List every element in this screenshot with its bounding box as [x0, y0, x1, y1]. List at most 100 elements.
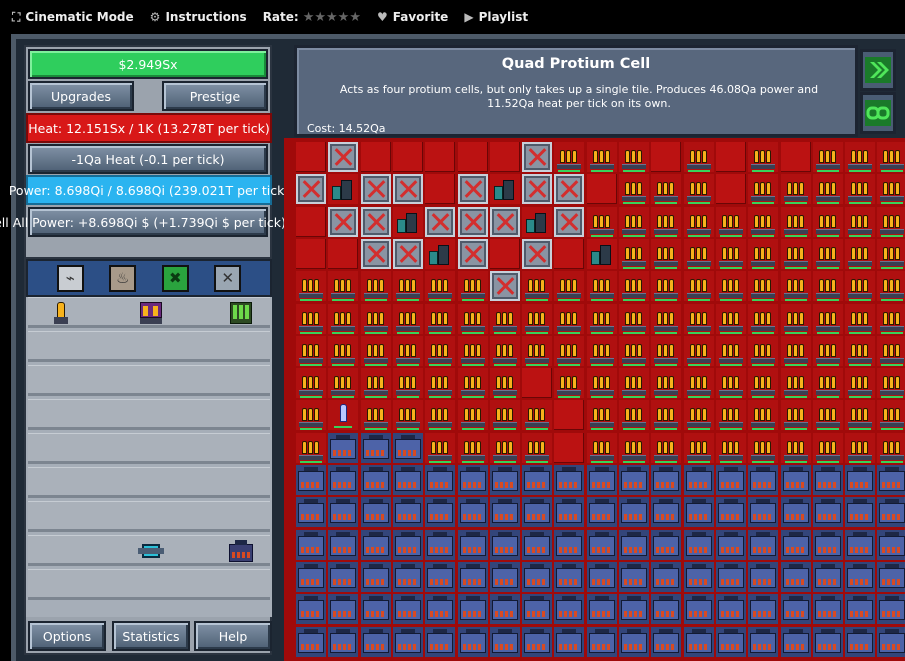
quad-protium-cell-tile[interactable]: [845, 238, 876, 269]
capacitor-tile[interactable]: [296, 529, 326, 560]
quad-protium-cell-tile[interactable]: [748, 303, 779, 334]
empty-tile[interactable]: [780, 142, 811, 172]
capacitor-tile[interactable]: [360, 594, 391, 625]
capacitor-tile[interactable]: [780, 594, 811, 625]
quad-protium-cell-tile[interactable]: [392, 368, 423, 399]
capacitor-tile[interactable]: [586, 594, 617, 625]
vent-tile[interactable]: [425, 206, 456, 237]
vent-tile[interactable]: [392, 174, 423, 205]
quad-protium-cell-tile[interactable]: [715, 271, 746, 302]
capacitor-tile[interactable]: [554, 465, 585, 495]
quad-protium-cell-tile[interactable]: [845, 303, 876, 334]
quad-protium-cell-tile[interactable]: [489, 335, 520, 366]
quad-protium-cell-tile[interactable]: [812, 368, 843, 399]
capacitor-tile[interactable]: [845, 594, 876, 625]
quad-protium-cell-tile[interactable]: [812, 432, 843, 463]
quad-protium-cell-tile[interactable]: [296, 303, 326, 334]
capacitor-tile[interactable]: [586, 561, 617, 592]
quad-protium-cell-tile[interactable]: [619, 174, 649, 205]
double-protium-cell-part[interactable]: [138, 300, 164, 326]
capacitor-tile[interactable]: [715, 529, 746, 560]
capacitor-tile[interactable]: [425, 529, 456, 560]
quad-protium-cell-tile[interactable]: [780, 368, 811, 399]
empty-tile[interactable]: [425, 142, 456, 172]
quad-protium-cell-tile[interactable]: [812, 335, 843, 366]
capacitor-tile[interactable]: [683, 561, 714, 592]
quad-protium-cell-tile[interactable]: [715, 400, 746, 431]
empty-tile[interactable]: [457, 142, 488, 172]
quad-protium-cell-tile[interactable]: [683, 174, 714, 205]
quad-protium-cell-tile[interactable]: [845, 142, 876, 172]
vent-tile[interactable]: [360, 174, 391, 205]
capacitor-tile[interactable]: [845, 626, 876, 657]
rate-control[interactable]: Rate: ★★★★★: [263, 10, 361, 25]
upgrades-button[interactable]: Upgrades: [28, 81, 134, 111]
capacitor-tile[interactable]: [392, 465, 423, 495]
vent-tile[interactable]: [457, 206, 488, 237]
quad-protium-cell-tile[interactable]: [392, 303, 423, 334]
capacitor-tile[interactable]: [425, 594, 456, 625]
capacitor-tile[interactable]: [457, 561, 488, 592]
capacitor-tile[interactable]: [651, 561, 682, 592]
quad-protium-cell-tile[interactable]: [877, 238, 905, 269]
quad-protium-cell-tile[interactable]: [554, 335, 585, 366]
quad-protium-cell-tile[interactable]: [683, 206, 714, 237]
quad-protium-cell-tile[interactable]: [748, 206, 779, 237]
options-button[interactable]: Options: [28, 621, 106, 651]
empty-tile[interactable]: [554, 238, 585, 269]
capacitor-tile[interactable]: [812, 529, 843, 560]
quad-protium-cell-tile[interactable]: [392, 335, 423, 366]
capacitor-tile[interactable]: [715, 626, 746, 657]
capacitor-tile[interactable]: [586, 529, 617, 560]
quad-protium-cell-tile[interactable]: [619, 303, 649, 334]
quad-protium-cell-tile[interactable]: [877, 142, 905, 172]
quad-protium-cell-tile[interactable]: [619, 206, 649, 237]
capacitor-tile[interactable]: [392, 561, 423, 592]
capacitor-tile[interactable]: [554, 561, 585, 592]
capacitor-tile[interactable]: [425, 497, 456, 528]
quad-protium-cell-tile[interactable]: [683, 142, 714, 172]
vent-tile[interactable]: [554, 206, 585, 237]
capacitor-tile[interactable]: [619, 626, 649, 657]
quad-protium-cell-tile[interactable]: [586, 303, 617, 334]
quad-protium-cell-tile[interactable]: [780, 206, 811, 237]
sell-power-button[interactable]: Sell All Power: +8.698Qi $ (+1.739Qi $ p…: [0, 207, 286, 237]
capacitor-tile[interactable]: [715, 465, 746, 495]
quad-protium-cell-tile[interactable]: [522, 432, 553, 463]
quad-protium-cell-tile[interactable]: [522, 271, 553, 302]
vent-tile[interactable]: [522, 238, 553, 269]
quad-protium-cell-tile[interactable]: [845, 432, 876, 463]
quad-protium-cell-tile[interactable]: [586, 432, 617, 463]
quad-protium-cell-tile[interactable]: [877, 335, 905, 366]
vent-tile[interactable]: [360, 238, 391, 269]
empty-tile[interactable]: [522, 368, 553, 399]
capacitor-tile[interactable]: [812, 594, 843, 625]
quad-protium-cell-tile[interactable]: [780, 271, 811, 302]
quad-protium-cell-tile[interactable]: [457, 432, 488, 463]
capacitor-tile[interactable]: [780, 465, 811, 495]
empty-tile[interactable]: [489, 142, 520, 172]
capacitor-tile[interactable]: [619, 561, 649, 592]
quad-protium-cell-tile[interactable]: [619, 142, 649, 172]
capacitor-tile[interactable]: [748, 465, 779, 495]
quad-protium-cell-tile[interactable]: [812, 206, 843, 237]
empty-tile[interactable]: [651, 142, 682, 172]
capacitor-tile[interactable]: [845, 465, 876, 495]
capacitor-tile[interactable]: [683, 465, 714, 495]
quad-protium-cell-tile[interactable]: [715, 238, 746, 269]
capacitor-tile[interactable]: [877, 529, 905, 560]
capacitor-tile[interactable]: [683, 594, 714, 625]
quad-protium-cell-tile[interactable]: [328, 335, 359, 366]
quad-protium-cell-tile[interactable]: [812, 303, 843, 334]
quad-protium-cell-tile[interactable]: [554, 142, 585, 172]
quad-protium-cell-tile[interactable]: [651, 271, 682, 302]
capacitor-tile[interactable]: [328, 626, 359, 657]
capacitor-tile[interactable]: [812, 561, 843, 592]
vent-tile[interactable]: [360, 206, 391, 237]
quad-protium-cell-tile[interactable]: [619, 271, 649, 302]
quad-protium-cell-tile[interactable]: [715, 303, 746, 334]
quad-protium-cell-tile[interactable]: [457, 335, 488, 366]
quad-protium-cell-tile[interactable]: [845, 271, 876, 302]
quad-protium-cell-part[interactable]: [228, 300, 254, 326]
exchanger-tile[interactable]: [586, 238, 617, 269]
